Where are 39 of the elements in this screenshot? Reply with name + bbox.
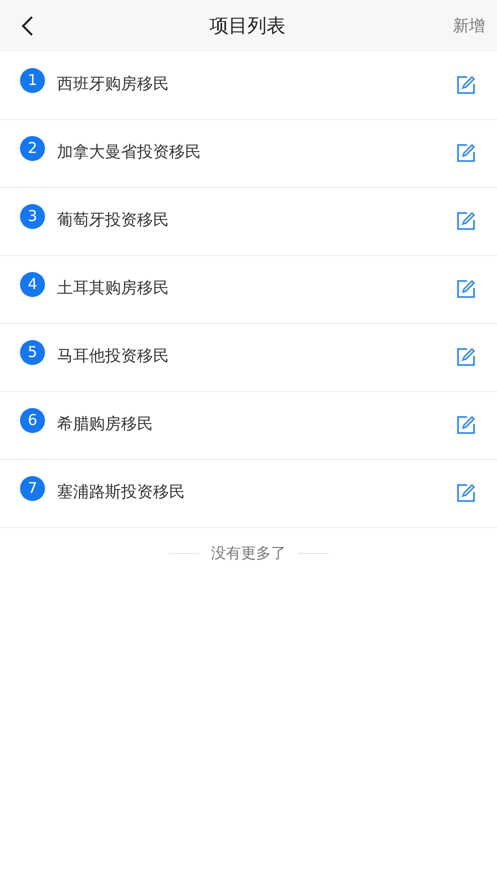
edit-button[interactable] [455,278,477,300]
no-more-text: 没有更多了 [211,543,286,564]
edit-button[interactable] [455,142,477,164]
project-row[interactable]: 7 塞浦路斯投资移民 [0,460,497,528]
edit-button[interactable] [455,482,477,504]
edit-button[interactable] [455,74,477,96]
add-button[interactable]: 新增 [453,14,485,38]
edit-icon [456,347,476,367]
project-row[interactable]: 6 希腊购房移民 [0,392,497,460]
project-name: 加拿大曼省投资移民 [57,141,201,163]
edit-icon [456,279,476,299]
number-badge: 2 [20,136,45,161]
number-badge: 1 [20,68,45,93]
edit-icon [456,143,476,163]
edit-icon [456,75,476,95]
project-row[interactable]: 5 马耳他投资移民 [0,324,497,392]
project-name: 塞浦路斯投资移民 [57,481,185,503]
project-name: 土耳其购房移民 [57,277,169,299]
edit-button[interactable] [455,414,477,436]
number-badge: 5 [20,340,45,365]
project-row[interactable]: 1 西班牙购房移民 [0,52,497,120]
edit-button[interactable] [455,210,477,232]
edit-icon [456,415,476,435]
page-title: 项目列表 [210,14,286,39]
back-icon [20,15,34,37]
project-name: 希腊购房移民 [57,413,153,435]
project-name: 葡萄牙投资移民 [57,209,169,231]
project-row[interactable]: 3 葡萄牙投资移民 [0,188,497,256]
number-badge: 3 [20,204,45,229]
edit-icon [456,483,476,503]
number-badge: 6 [20,408,45,433]
number-badge: 4 [20,272,45,297]
number-badge: 7 [20,476,45,501]
project-name: 西班牙购房移民 [57,73,169,95]
project-row[interactable]: 2 加拿大曼省投资移民 [0,120,497,188]
project-row[interactable]: 4 土耳其购房移民 [0,256,497,324]
project-name: 马耳他投资移民 [57,345,169,367]
edit-button[interactable] [455,346,477,368]
edit-icon [456,211,476,231]
